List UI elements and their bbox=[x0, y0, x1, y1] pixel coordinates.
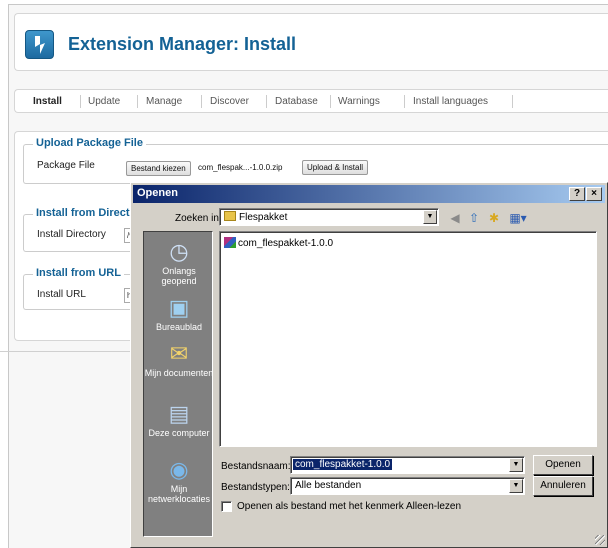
place-desktop[interactable]: ▣ Bureaublad bbox=[144, 295, 214, 333]
open-button[interactable]: Openen bbox=[533, 455, 593, 475]
choose-file-button[interactable]: Bestand kiezen bbox=[126, 161, 191, 176]
list-item[interactable]: com_flespakket-1.0.0 bbox=[224, 237, 333, 249]
lookin-combo[interactable]: Flespakket ▼ bbox=[219, 208, 439, 226]
upload-package-fieldset: Upload Package File Package File Bestand… bbox=[23, 137, 608, 184]
filetype-value: Alle bestanden bbox=[295, 480, 362, 491]
place-my-computer[interactable]: ▤ Deze computer bbox=[144, 401, 214, 439]
open-file-dialog: Openen ? × Zoeken in: Flespakket ▼ ◀ ⇧ ✱… bbox=[130, 182, 608, 548]
tab-install-languages[interactable]: Install languages bbox=[413, 96, 488, 107]
tab-warnings[interactable]: Warnings bbox=[338, 96, 380, 107]
tab-install[interactable]: Install bbox=[33, 96, 62, 107]
file-list[interactable]: com_flespakket-1.0.0 bbox=[219, 231, 597, 447]
selected-file-name: com_flespak...-1.0.0.zip bbox=[198, 163, 283, 172]
lookin-dropdown-icon[interactable]: ▼ bbox=[423, 210, 437, 224]
cancel-button[interactable]: Annuleren bbox=[533, 476, 593, 496]
upload-legend: Upload Package File bbox=[33, 137, 146, 149]
places-bar: ◷ Onlangs geopend ▣ Bureaublad ✉ Mijn do… bbox=[143, 231, 213, 537]
recent-icon: ◷ bbox=[169, 239, 189, 264]
tab-update[interactable]: Update bbox=[88, 96, 120, 107]
desktop-icon: ▣ bbox=[168, 295, 190, 320]
filename-combo[interactable]: com_flespakket-1.0.0 ▼ bbox=[290, 456, 525, 474]
filetype-combo[interactable]: Alle bestanden ▼ bbox=[290, 477, 525, 495]
page-title: Extension Manager: Install bbox=[68, 34, 297, 54]
dialog-titlebar[interactable]: Openen ? × bbox=[133, 185, 605, 203]
new-folder-icon[interactable]: ✱ bbox=[486, 210, 502, 226]
lookin-value: Flespakket bbox=[239, 212, 288, 223]
archive-file-icon bbox=[224, 237, 236, 248]
network-icon: ◉ bbox=[169, 457, 189, 482]
filetype-label: Bestandstypen: bbox=[221, 482, 290, 493]
tab-manage[interactable]: Manage bbox=[146, 96, 182, 107]
filetype-dropdown-icon[interactable]: ▼ bbox=[509, 479, 523, 493]
readonly-label: Openen als bestand met het kenmerk Allee… bbox=[237, 501, 462, 512]
upload-install-button[interactable]: Upload & Install bbox=[302, 160, 369, 175]
lookin-label: Zoeken in: bbox=[175, 213, 222, 224]
tab-database[interactable]: Database bbox=[275, 96, 318, 107]
directory-legend: Install from Direct bbox=[33, 207, 133, 219]
computer-icon: ▤ bbox=[168, 401, 190, 426]
filename-input[interactable]: com_flespakket-1.0.0 bbox=[293, 459, 393, 470]
place-network[interactable]: ◉ Mijn netwerklocaties bbox=[144, 457, 214, 505]
submenu-tabs: Install Update Manage Discover Database … bbox=[14, 89, 608, 113]
readonly-checkbox[interactable] bbox=[221, 501, 232, 512]
filename-label: Bestandsnaam: bbox=[221, 461, 291, 472]
dialog-title: Openen bbox=[137, 187, 178, 199]
filename-dropdown-icon[interactable]: ▼ bbox=[509, 458, 523, 472]
back-icon[interactable]: ◀ bbox=[447, 210, 463, 226]
url-legend: Install from URL bbox=[33, 267, 124, 279]
view-menu-icon[interactable]: ▦▾ bbox=[506, 210, 530, 226]
extension-manager-icon bbox=[25, 30, 54, 59]
up-folder-icon[interactable]: ⇧ bbox=[466, 210, 482, 226]
page-header: Extension Manager: Install bbox=[14, 13, 608, 71]
package-file-label: Package File bbox=[37, 160, 95, 171]
folder-icon bbox=[224, 211, 236, 221]
close-button[interactable]: × bbox=[586, 187, 602, 201]
documents-icon: ✉ bbox=[169, 341, 189, 366]
tab-discover[interactable]: Discover bbox=[210, 96, 249, 107]
install-url-label: Install URL bbox=[37, 289, 86, 300]
resize-grip[interactable] bbox=[595, 535, 605, 545]
install-directory-label: Install Directory bbox=[37, 229, 106, 240]
place-recent[interactable]: ◷ Onlangs geopend bbox=[144, 239, 214, 287]
help-button[interactable]: ? bbox=[569, 187, 585, 201]
place-my-documents[interactable]: ✉ Mijn documenten bbox=[144, 341, 214, 379]
